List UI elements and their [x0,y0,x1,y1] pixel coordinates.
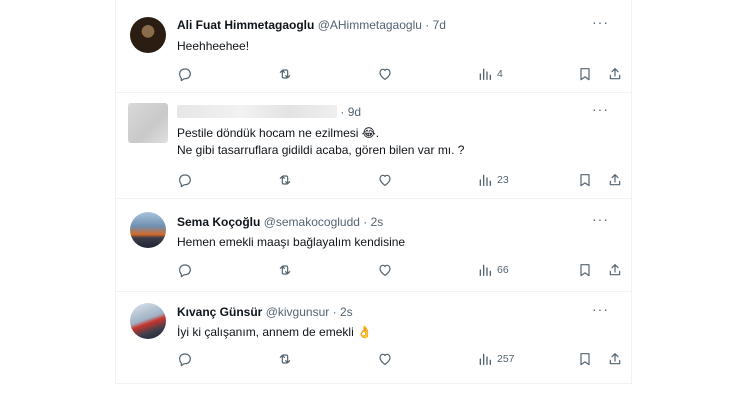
separator: · [363,215,368,229]
reply-button[interactable] [177,350,193,368]
heart-icon [379,174,391,186]
heart-icon [379,68,391,80]
bookmark-button[interactable] [577,171,593,189]
share-button[interactable] [607,261,623,279]
separator: · [425,18,430,32]
retweet-icon [279,175,291,185]
separator: · [332,305,337,319]
tweet-text-line: Pestile döndük hocam ne ezilmesi 😂. [177,126,380,140]
bookmark-button[interactable] [577,261,593,279]
tweet-text: İyi ki çalışanım, annem de emekli 👌 [177,324,372,341]
author-handle[interactable]: @semakocogludd [264,215,360,229]
like-button[interactable] [377,171,393,189]
views-button[interactable]: 257 [477,350,515,368]
author-handle[interactable]: @AHimmetagaoglu [318,18,422,32]
bookmark-button[interactable] [577,65,593,83]
separator: · [340,105,345,119]
author-name[interactable]: Sema Koçoğlu [177,215,260,229]
retweet-button[interactable] [277,65,293,83]
share-icon [609,68,621,80]
views-button[interactable]: 23 [477,171,509,189]
views-button[interactable]: 4 [477,65,503,83]
timestamp[interactable]: 2s [340,305,353,319]
tweet-actions: 23 [177,171,629,189]
heart-icon [379,264,391,276]
bookmark-icon [580,68,590,81]
avatar[interactable] [130,17,166,53]
retweet-icon [279,354,291,364]
more-icon[interactable]: ··· [592,101,609,117]
tweet-text-line: Hemen emekli maaşı bağlayalım kendisine [177,235,406,249]
reply-icon [179,68,191,82]
reply-icon [179,174,191,188]
retweet-button[interactable] [277,171,293,189]
views-icon [479,174,491,186]
more-icon[interactable]: ··· [592,14,609,30]
retweet-button[interactable] [277,261,293,279]
share-icon [609,264,621,276]
blurred-author-name [177,105,337,118]
tweet-actions: 4 [177,65,629,83]
avatar[interactable] [130,303,166,339]
reply-icon [179,353,191,367]
reply-button[interactable] [177,171,193,189]
tweet-actions: 257 [177,350,629,368]
reply-button[interactable] [177,65,193,83]
views-button[interactable]: 66 [477,261,509,279]
tweet-header: Sema Koçoğlu @semakocogludd · 2s [177,215,383,229]
share-icon [609,174,621,186]
tweet[interactable]: · 9d ··· Pestile döndük hocam ne ezilmes… [116,93,631,199]
bookmark-icon [580,174,590,187]
retweet-button[interactable] [277,350,293,368]
share-icon [609,353,621,365]
avatar[interactable] [130,212,166,248]
views-icon [479,68,491,80]
retweet-icon [279,265,291,275]
tweet[interactable]: Ali Fuat Himmetagaoglu @AHimmetagaoglu ·… [116,0,631,93]
avatar[interactable] [128,103,168,143]
tweet-text-line: Ne gibi tasarruflara gidildi acaba, göre… [177,143,465,157]
tweet-text-line: Heehheehee! [177,39,250,53]
author-name[interactable]: Ali Fuat Himmetagaoglu [177,18,314,32]
views-count: 257 [497,353,515,365]
views-icon [479,264,491,276]
tweet[interactable]: Sema Koçoğlu @semakocogludd · 2s ··· Hem… [116,199,631,292]
author-name[interactable]: Kıvanç Günsür [177,305,262,319]
timestamp[interactable]: 2s [371,215,384,229]
views-count: 23 [497,174,509,186]
timestamp[interactable]: 7d [433,18,446,32]
tweet-text: Hemen emekli maaşı bağlayalım kendisine [177,234,405,251]
reply-button[interactable] [177,261,193,279]
bookmark-icon [580,353,590,366]
tweet-header: · 9d [177,105,361,119]
reply-icon [179,264,191,278]
share-button[interactable] [607,350,623,368]
retweet-icon [279,69,291,79]
tweet-text-line: İyi ki çalışanım, annem de emekli 👌 [177,325,373,339]
bookmark-icon [580,264,590,277]
tweet-header: Ali Fuat Himmetagaoglu @AHimmetagaoglu ·… [177,18,446,32]
tweet-header: Kıvanç Günsür @kivgunsur · 2s [177,305,353,319]
tweet-actions: 66 [177,261,629,279]
more-icon[interactable]: ··· [592,211,609,227]
share-button[interactable] [607,65,623,83]
tweet-text: Heehheehee! [177,38,249,55]
like-button[interactable] [377,261,393,279]
heart-icon [379,353,391,365]
views-icon [479,353,491,365]
more-icon[interactable]: ··· [592,301,609,317]
bookmark-button[interactable] [577,350,593,368]
views-count: 4 [497,68,503,80]
tweet-text: Pestile döndük hocam ne ezilmesi 😂. Ne g… [177,125,464,159]
like-button[interactable] [377,350,393,368]
tweet-feed: Ali Fuat Himmetagaoglu @AHimmetagaoglu ·… [115,0,632,384]
share-button[interactable] [607,171,623,189]
like-button[interactable] [377,65,393,83]
tweet[interactable]: Kıvanç Günsür @kivgunsur · 2s ··· İyi ki… [116,292,631,382]
views-count: 66 [497,264,509,276]
author-handle[interactable]: @kivgunsur [266,305,330,319]
timestamp[interactable]: 9d [348,105,361,119]
